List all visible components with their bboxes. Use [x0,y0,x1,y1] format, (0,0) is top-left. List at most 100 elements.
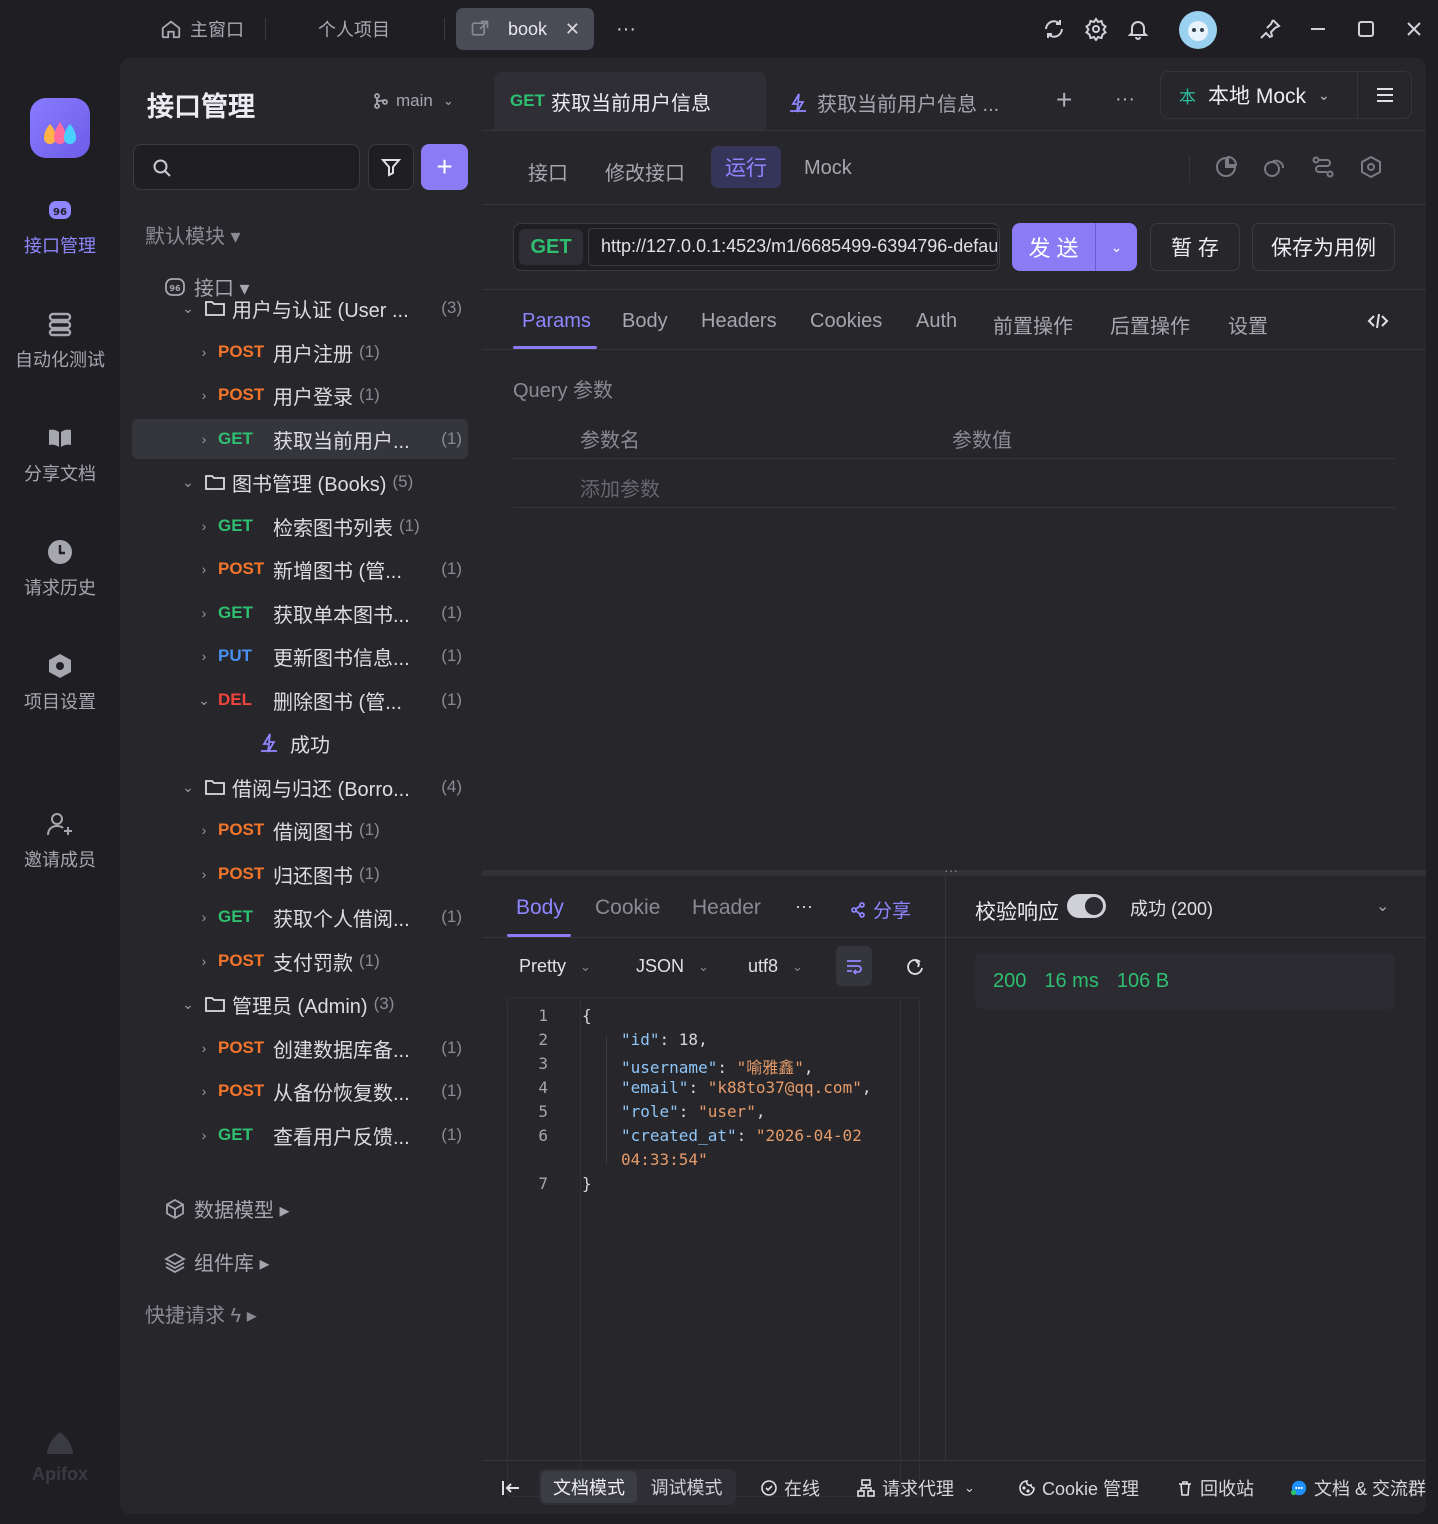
tree-api-item[interactable]: › POST 支付罚款 (1) [132,941,468,981]
online-status[interactable]: 在线 [760,1470,820,1506]
save-as-case-button[interactable]: 保存为用例 [1252,223,1395,271]
param-tab[interactable]: Body [622,310,668,333]
param-tab[interactable]: 设置 [1228,310,1268,339]
tree-folder[interactable]: ⌄ 用户与认证 (User ... (3) [132,288,468,328]
add-api-button[interactable]: + [421,144,468,190]
request-tab-active[interactable]: GET 获取当前用户信息 [494,72,766,130]
filter-button[interactable] [368,144,414,190]
tree-api-item[interactable]: › GET 获取个人借阅... (1) [132,897,468,937]
maximize-icon[interactable] [1351,14,1381,44]
window-close-icon[interactable] [1399,14,1429,44]
settings-hex-icon[interactable] [1359,155,1383,179]
tree-api-item[interactable]: › POST 创建数据库备... (1) [132,1028,468,1068]
minimize-icon[interactable] [1303,14,1333,44]
env-menu-button[interactable] [1358,71,1412,119]
wrap-toggle[interactable] [836,946,872,986]
share-button[interactable]: 分享 [849,896,911,923]
subtab-run[interactable]: 运行 [711,146,781,188]
nav-automation-test[interactable]: 自动化测试 [0,310,120,372]
collapse-left-icon[interactable] [500,1477,522,1499]
type-selector[interactable]: JSON ⌄ [636,956,709,977]
components-node[interactable]: 组件库 ▸ [164,1247,270,1276]
environment-selector[interactable]: 本 本地 Mock ⌄ [1160,71,1358,119]
tree-api-item[interactable]: › POST 新增图书 (管... (1) [132,549,468,589]
tree-api-item[interactable]: › GET 查看用户反馈... (1) [132,1115,468,1155]
settings-icon[interactable] [1081,14,1111,44]
code-editor[interactable]: 1 2 3 4 5 6 7 { "id": 18, "username": "喻… [507,997,920,1497]
nav-share-docs[interactable]: 分享文档 [0,424,120,486]
tab-more-button[interactable]: ··· [1115,88,1135,111]
nav-request-history[interactable]: 请求历史 [0,538,120,600]
tree-api-item[interactable]: › GET 获取单本图书... (1) [132,593,468,633]
tree-api-item[interactable]: › POST 借阅图书 (1) [132,810,468,850]
nav-invite-members[interactable]: 邀请成员 [0,810,120,872]
nav-api-management[interactable]: 96 接口管理 [0,196,120,258]
tab-main-window[interactable]: 主窗口 [160,8,244,50]
param-tab[interactable]: Headers [701,310,777,333]
encoding-selector[interactable]: utf8 ⌄ [748,956,803,977]
tree-api-item[interactable]: ⌄ DEL 删除图书 (管... (1) [132,680,468,720]
nav-project-settings[interactable]: 项目设置 [0,652,120,714]
avatar[interactable] [1179,11,1217,49]
send-button[interactable]: 发 送 [1012,223,1095,271]
request-proxy[interactable]: 请求代理 ⌄ [856,1470,975,1506]
copy-icon[interactable] [1262,155,1286,179]
more-tabs-button[interactable]: ··· [616,8,636,50]
data-models-node[interactable]: 数据模型 ▸ [164,1194,290,1223]
debug-mode-button[interactable]: 调试模式 [639,1471,734,1503]
subtab-edit-api[interactable]: 修改接口 [605,157,685,186]
response-tab-cookie[interactable]: Cookie [595,896,660,920]
tree-api-item[interactable]: › POST 用户登录 (1) [132,375,468,415]
tree-folder[interactable]: ⌄ 图书管理 (Books) (5) [132,462,468,502]
url-input[interactable]: http://127.0.0.1:4523/m1/6685499-6394796… [588,228,998,266]
param-tab[interactable]: 后置操作 [1110,310,1190,339]
tab-book[interactable]: book ✕ [456,8,594,50]
chart-icon[interactable] [1214,155,1238,179]
response-tab-header[interactable]: Header [692,896,761,920]
request-tab-case[interactable]: 获取当前用户信息 ... [787,88,999,117]
tree-api-item[interactable]: › GET 获取当前用户... (1) [132,419,468,459]
send-options-chevron-icon[interactable]: ⌄ [1096,223,1137,271]
param-tab[interactable]: Cookies [810,310,882,333]
tree-folder[interactable]: ⌄ 借阅与归还 (Borro... (4) [132,767,468,807]
tree-folder[interactable]: ⌄ 管理员 (Admin) (3) [132,984,468,1024]
validate-toggle[interactable] [1067,894,1106,918]
recycle-bin[interactable]: 回收站 [1176,1470,1254,1506]
code-icon[interactable] [1367,310,1389,332]
quick-request-node[interactable]: 快捷请求 ϟ ▸ [145,1299,257,1328]
tree-api-item[interactable]: › POST 从备份恢复数... (1) [132,1071,468,1111]
subtab-mock[interactable]: Mock [804,157,852,180]
pin-icon[interactable] [1255,14,1285,44]
cookie-manager[interactable]: Cookie 管理 [1018,1470,1139,1506]
tab-personal-projects[interactable]: 个人项目 [318,8,390,50]
validate-status[interactable]: 成功 (200) [1130,895,1213,921]
method-selector[interactable]: GET [519,229,583,265]
docs-community[interactable]: 文档 & 交流群 [1290,1470,1426,1506]
sidebar-title: 接口管理 [147,92,255,122]
tree-api-item[interactable]: › PUT 更新图书信息... (1) [132,636,468,676]
doc-mode-button[interactable]: 文档模式 [541,1471,637,1503]
response-more-button[interactable]: ··· [795,896,813,917]
tree-api-item[interactable]: › POST 用户注册 (1) [132,332,468,372]
param-tab[interactable]: Auth [916,310,957,333]
response-tab-body[interactable]: Body [516,896,564,920]
tree-api-item[interactable]: › GET 检索图书列表 (1) [132,506,468,546]
flow-icon[interactable] [1311,155,1335,179]
search-input[interactable] [133,144,360,190]
save-temp-button[interactable]: 暂 存 [1150,223,1240,271]
default-module-selector[interactable]: 默认模块 ▾ [145,220,241,249]
param-tab[interactable]: Params [522,310,591,333]
bell-icon[interactable] [1123,14,1153,44]
tree-case-item[interactable]: 成功 [132,723,468,763]
add-param-button[interactable]: 添加参数 [580,473,660,502]
branch-selector[interactable]: main ⌄ [372,91,454,111]
format-selector[interactable]: Pretty ⌄ [519,956,591,977]
subtab-api[interactable]: 接口 [528,157,568,186]
new-tab-button[interactable]: + [1056,84,1072,116]
close-icon[interactable]: ✕ [565,19,580,40]
chevron-down-icon[interactable]: ⌄ [1376,896,1389,916]
sync-icon[interactable] [1039,14,1069,44]
refresh-partial-icon[interactable] [906,956,924,976]
param-tab[interactable]: 前置操作 [993,310,1073,339]
tree-api-item[interactable]: › POST 归还图书 (1) [132,854,468,894]
